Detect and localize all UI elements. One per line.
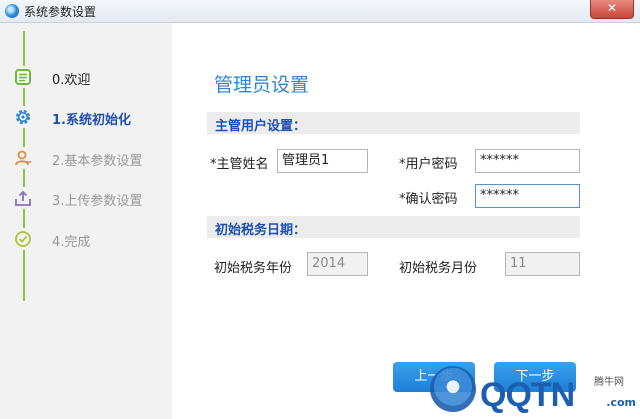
watermark-site-name: 腾牛网	[594, 377, 624, 388]
admin-name-field[interactable]: 管理员1	[277, 149, 368, 173]
step-welcome[interactable]: 0.欢迎	[12, 66, 170, 88]
confirm-password-label: *确认密码	[399, 192, 458, 207]
window-title: 系统参数设置	[24, 5, 97, 19]
step-finish[interactable]: 4.完成	[12, 228, 170, 250]
step-label: 1.系统初始化	[52, 113, 131, 128]
password-label: *用户密码	[399, 157, 458, 172]
step-label: 3.上传参数设置	[52, 194, 143, 209]
next-step-button[interactable]: 下一步	[494, 362, 576, 392]
step-system-init[interactable]: 1.系统初始化	[12, 106, 170, 128]
tax-year-label: 初始税务年份	[214, 261, 293, 276]
watermark-domain: .com	[606, 396, 636, 409]
step-label: 4.完成	[52, 235, 91, 250]
admin-section-header: 主管用户设置：	[207, 112, 580, 134]
title-bar: 系统参数设置 ✕	[0, 0, 640, 23]
upload-icon	[12, 187, 34, 209]
page-title: 管理员设置	[214, 74, 310, 96]
check-circle-icon	[12, 228, 34, 250]
close-button[interactable]: ✕	[590, 0, 634, 19]
user-icon	[12, 147, 34, 169]
tax-year-field: 2014	[307, 252, 368, 276]
admin-name-label: *主管姓名	[210, 157, 269, 172]
section-title: 初始税务日期：	[215, 223, 307, 238]
previous-step-button[interactable]: 上一步	[393, 362, 475, 392]
confirm-password-field[interactable]: ******	[475, 184, 580, 208]
gear-icon	[12, 106, 34, 128]
section-title: 主管用户设置：	[215, 119, 307, 134]
step-label: 0.欢迎	[52, 73, 91, 88]
app-icon	[5, 4, 19, 18]
step-label: 2.基本参数设置	[52, 154, 143, 169]
tax-month-label: 初始税务月份	[399, 261, 478, 276]
tax-section-header: 初始税务日期：	[207, 216, 580, 238]
tax-month-field: 11	[505, 252, 580, 276]
step-basic-params[interactable]: 2.基本参数设置	[12, 147, 170, 169]
step-upload-params[interactable]: 3.上传参数设置	[12, 187, 170, 209]
wizard-sidebar: 0.欢迎 1.系统初始化 2.基本参数设置 3.上传参数设置 4.完成	[0, 23, 172, 419]
password-field[interactable]: ******	[475, 149, 580, 173]
list-icon	[12, 66, 34, 88]
